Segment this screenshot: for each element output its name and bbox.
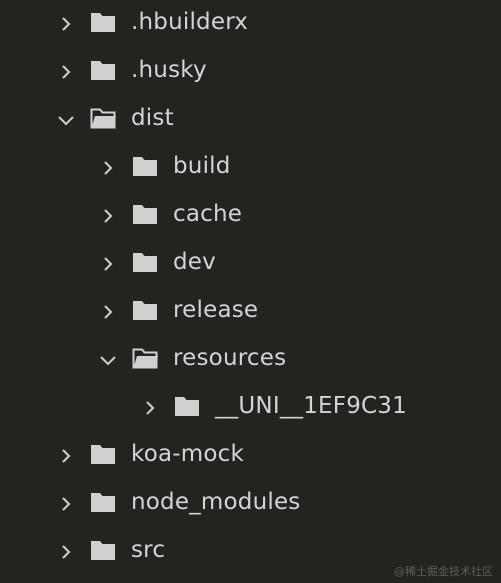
tree-item-label: __UNI__1EF9C31 (215, 393, 407, 419)
tree-item-resources[interactable]: resources (0, 336, 501, 384)
folder-open-icon (131, 346, 159, 370)
chevron-right-icon[interactable] (56, 494, 76, 514)
tree-item-koa-mock[interactable]: koa-mock (0, 432, 501, 480)
folder-icon (131, 298, 159, 322)
tree-item-label: cache (173, 201, 243, 227)
tree-item-label: .husky (131, 57, 207, 83)
tree-item-label: dist (131, 105, 174, 131)
chevron-right-icon[interactable] (98, 206, 118, 226)
chevron-right-icon[interactable] (140, 398, 160, 418)
chevron-right-icon[interactable] (98, 158, 118, 178)
tree-item-release[interactable]: release (0, 288, 501, 336)
folder-icon (89, 10, 117, 34)
chevron-down-icon[interactable] (98, 350, 118, 370)
tree-item-label: koa-mock (131, 441, 245, 467)
folder-icon (89, 538, 117, 562)
tree-item-label: src (131, 537, 166, 563)
tree-item-dist[interactable]: dist (0, 96, 501, 144)
folder-icon (131, 154, 159, 178)
folder-open-icon (89, 106, 117, 130)
chevron-down-icon[interactable] (56, 110, 76, 130)
tree-item-label: node_modules (131, 489, 301, 515)
folder-icon (131, 202, 159, 226)
tree-item-label: resources (173, 345, 287, 371)
tree-item-label: dev (173, 249, 216, 275)
tree-item-hbuilderx[interactable]: .hbuilderx (0, 0, 501, 48)
tree-item-label: release (173, 297, 259, 323)
chevron-right-icon[interactable] (98, 254, 118, 274)
tree-item-uni-1ef9c31[interactable]: __UNI__1EF9C31 (0, 384, 501, 432)
tree-item-label: build (173, 153, 231, 179)
chevron-right-icon[interactable] (56, 62, 76, 82)
folder-icon (89, 490, 117, 514)
tree-item-label: .hbuilderx (131, 9, 249, 35)
tree-item-cache[interactable]: cache (0, 192, 501, 240)
folder-icon (131, 250, 159, 274)
tree-item-node-modules[interactable]: node_modules (0, 480, 501, 528)
file-explorer-tree: .hbuilderx .husky dist build cache dev r… (0, 0, 501, 583)
chevron-right-icon[interactable] (56, 542, 76, 562)
folder-icon (89, 442, 117, 466)
tree-item-husky[interactable]: .husky (0, 48, 501, 96)
chevron-right-icon[interactable] (98, 302, 118, 322)
watermark-text: @稀土掘金技术社区 (394, 565, 493, 578)
tree-item-dev[interactable]: dev (0, 240, 501, 288)
folder-icon (89, 58, 117, 82)
tree-item-build[interactable]: build (0, 144, 501, 192)
chevron-right-icon[interactable] (56, 14, 76, 34)
chevron-right-icon[interactable] (56, 446, 76, 466)
folder-icon (173, 394, 201, 418)
